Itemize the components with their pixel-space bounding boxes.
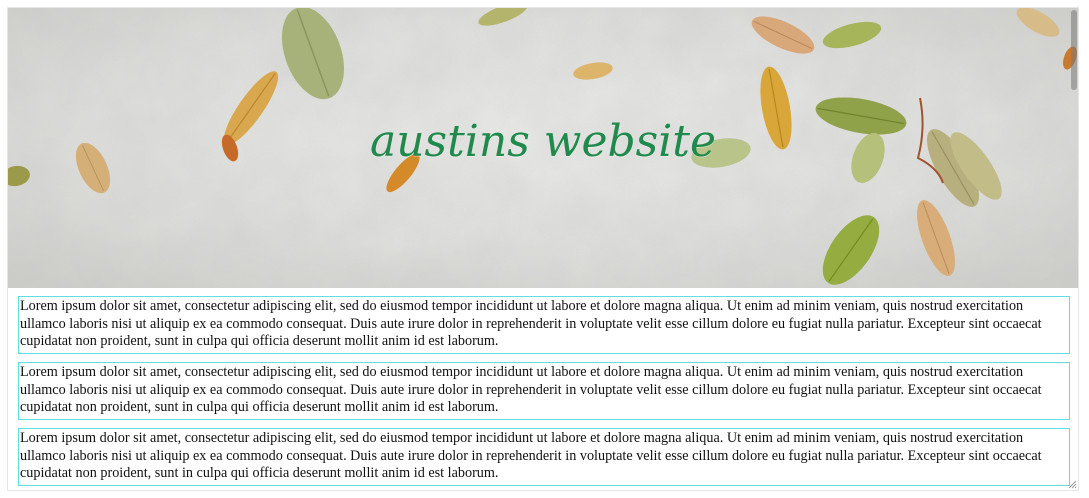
resize-grip-icon[interactable] [1067,479,1077,489]
paragraph-box: Lorem ipsum dolor sit amet, consectetur … [18,362,1070,420]
paragraph-box: Lorem ipsum dolor sit amet, consectetur … [18,428,1070,486]
paragraph-box: Lorem ipsum dolor sit amet, consectetur … [18,296,1070,354]
main-content: Lorem ipsum dolor sit amet, consectetur … [18,296,1070,490]
scrollbar-thumb[interactable] [1071,10,1077,90]
hero-banner: austins website [8,8,1078,288]
vertical-scrollbar[interactable] [1069,8,1078,490]
page-frame: austins website Lorem ipsum dolor sit am… [8,8,1078,490]
site-title: austins website [369,116,717,167]
